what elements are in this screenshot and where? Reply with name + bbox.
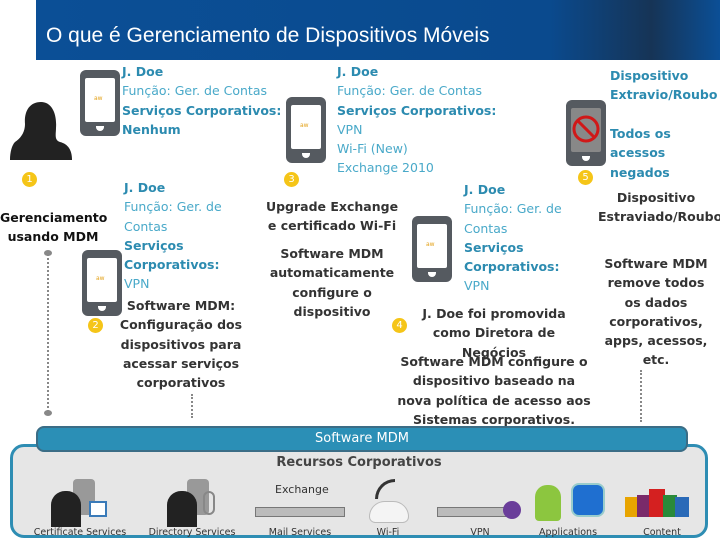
user-role: Função: Ger. de <box>464 201 562 217</box>
resource-label: Directory Services <box>148 527 236 538</box>
step5-title: Dispositivo Extravio/Roubo <box>610 66 720 105</box>
corporate-resources-panel: Recursos Corporativos Certificate Servic… <box>10 444 708 538</box>
step-badge: 2 <box>88 318 103 333</box>
phone-icon: aw <box>412 216 452 282</box>
timeline-line <box>191 394 193 418</box>
user-role: Contas <box>124 218 168 234</box>
step-badge: 1 <box>22 172 37 187</box>
device-lost-title: Dispositivo Extravio/Roubo <box>610 68 718 103</box>
directory-keys-icon <box>137 477 247 527</box>
user-role: Função: Ger. de Contas <box>337 83 483 99</box>
step-badge: 5 <box>578 170 593 185</box>
services-label: Serviços <box>124 237 184 253</box>
blocked-icon <box>572 115 600 143</box>
user-role: Função: Ger. de Contas <box>122 83 268 99</box>
services-label: Corporativos: <box>464 259 560 275</box>
certificate-server-icon <box>25 477 135 527</box>
documents-icon <box>607 477 717 527</box>
blocked-phone-icon <box>566 100 606 166</box>
resource-label: Content <box>643 527 681 538</box>
services-value: VPN <box>464 278 490 294</box>
user-name: J. Doe <box>124 180 166 195</box>
user-role: Função: Ger. de <box>124 199 222 215</box>
step3-desc1: Upgrade Exchange e certificado Wi-Fi <box>265 199 399 234</box>
title-bar: O que é Gerenciamento de Dispositivos Mó… <box>36 0 720 60</box>
user-silhouette-icon <box>10 102 72 160</box>
step3-desc2: Software MDM automaticamente configure o… <box>269 246 395 319</box>
access-denied-text: Todos os acessos negados <box>610 126 671 180</box>
resource-directory-services: Directory Services <box>137 477 247 538</box>
user-role: Contas <box>464 220 508 236</box>
services-label: Serviços Corporativos: <box>337 102 497 118</box>
step4-info: J. Doe Função: Ger. de Contas Serviços C… <box>464 180 562 296</box>
user-name: J. Doe <box>337 64 379 79</box>
step2-desc: Software MDM: Configuração dos dispositi… <box>119 298 243 391</box>
exchange-logo: Exchange <box>275 483 329 496</box>
services-value: Nenhum <box>122 121 181 137</box>
timeline-knob <box>44 410 52 416</box>
page-title: O que é Gerenciamento de Dispositivos Mó… <box>46 24 490 47</box>
timeline-line <box>47 254 49 412</box>
resource-certificate-services: Certificate Services <box>25 477 135 538</box>
resource-label: Certificate Services <box>33 527 127 538</box>
mdm-software-bar: Software MDM <box>36 426 688 452</box>
step4-desc2: Software MDM configure o dispositivo bas… <box>397 354 591 427</box>
services-label: Serviços <box>464 239 524 255</box>
resource-content: Content <box>607 477 717 538</box>
step5-desc1: Dispositivo Estraviado/Roubo <box>598 190 720 225</box>
step5-denied: Todos os acessos negados <box>610 124 720 182</box>
left-label: Gerenciamento usando MDM <box>0 210 108 245</box>
phone-icon: aw <box>286 97 326 163</box>
user-name: J. Doe <box>464 182 506 197</box>
timeline-line <box>640 370 642 422</box>
phone-icon: aw <box>80 70 120 136</box>
services-value: VPN <box>337 121 363 137</box>
step5-desc2: Software MDM remove todos os dados corpo… <box>604 256 708 368</box>
step2-info: J. Doe Função: Ger. de Contas Serviços C… <box>124 178 222 294</box>
services-label: Corporativos: <box>124 257 220 273</box>
services-value: Exchange 2010 <box>337 160 434 176</box>
user-name: J. Doe <box>122 64 164 79</box>
step3-info: J. Doe Função: Ger. de Contas Serviços C… <box>337 62 496 178</box>
step-badge: 3 <box>284 172 299 187</box>
services-value: VPN <box>124 276 150 292</box>
services-label: Serviços Corporativos: <box>122 102 282 118</box>
timeline-knob <box>44 250 52 256</box>
services-value: Wi-Fi (New) <box>337 141 408 157</box>
resources-title: Recursos Corporativos <box>276 455 442 470</box>
step1-info: J. Doe Função: Ger. de Contas Serviços C… <box>122 62 281 139</box>
